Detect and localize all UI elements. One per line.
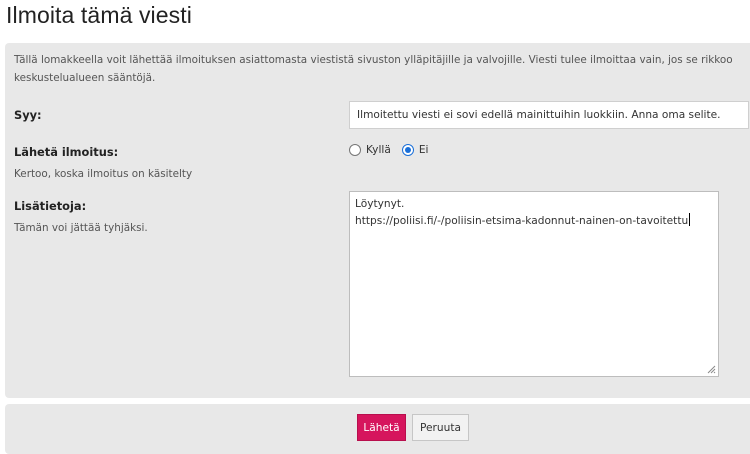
page-title: Ilmoita tämä viesti <box>6 2 192 28</box>
details-line-1: Löytynyt. <box>355 198 405 210</box>
details-line-2: https://poliisi.fi/-/poliisin-etsima-kad… <box>355 213 713 230</box>
details-label: Lisätietoja: <box>14 199 87 213</box>
send-button[interactable]: Lähetä <box>357 414 406 441</box>
cancel-button[interactable]: Peruuta <box>412 414 469 441</box>
notify-yes-label: Kyllä <box>366 144 391 156</box>
details-textarea[interactable]: Löytynyt. https://poliisi.fi/-/poliisin-… <box>349 191 719 377</box>
text-caret <box>689 213 691 226</box>
notify-radio-group: Kyllä Ei <box>349 144 439 156</box>
notify-option-no[interactable]: Ei <box>401 144 429 156</box>
notify-no-radio[interactable] <box>401 144 414 156</box>
notify-yes-radio[interactable] <box>349 144 361 156</box>
reason-label: Syy: <box>14 108 42 122</box>
form-intro-text: Tällä lomakkeella voit lähettää ilmoituk… <box>14 54 733 84</box>
notify-hint: Kertoo, koska ilmoitus on käsitelty <box>14 168 193 180</box>
details-line-2-text: https://poliisi.fi/-/poliisin-etsima-kad… <box>355 215 689 227</box>
reason-field[interactable]: Ilmoitettu viesti ei sovi edellä mainitt… <box>349 101 749 129</box>
details-hint: Tämän voi jättää tyhjäksi. <box>14 222 148 234</box>
notify-no-label: Ei <box>418 144 429 156</box>
notify-option-yes[interactable]: Kyllä <box>349 144 391 156</box>
notify-label: Lähetä ilmoitus: <box>14 145 119 159</box>
resize-grip-icon[interactable] <box>706 364 716 374</box>
